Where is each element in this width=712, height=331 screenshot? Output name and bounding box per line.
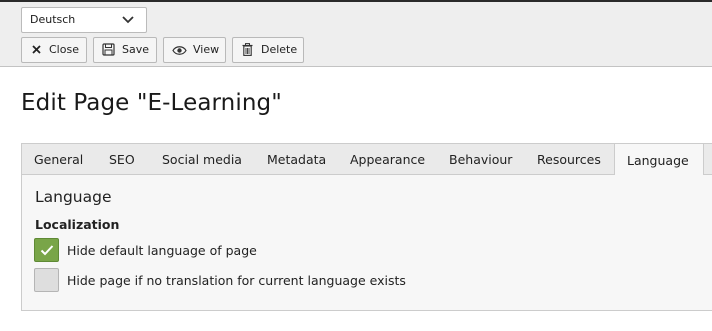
tab-general[interactable]: General xyxy=(34,144,83,175)
delete-button-label: Delete xyxy=(261,43,298,56)
tab-resources[interactable]: Resources xyxy=(537,144,601,175)
save-button[interactable]: Save xyxy=(93,37,157,63)
tab-panel-language: Language Localization Hide default langu… xyxy=(21,175,712,311)
hide-default-language-checkbox[interactable] xyxy=(34,238,59,262)
hide-page-no-translation-checkbox[interactable] xyxy=(34,268,59,292)
document-header-toolbar: Deutsch Close Save View Delete xyxy=(0,0,712,67)
save-button-label: Save xyxy=(122,43,150,56)
field-group-label: Localization xyxy=(35,217,120,232)
chevron-down-icon xyxy=(122,16,134,24)
trash-icon xyxy=(242,43,253,56)
tab-metadata[interactable]: Metadata xyxy=(267,144,326,175)
close-button-label: Close xyxy=(49,43,79,56)
tab-bar: General SEO Social media Metadata Appear… xyxy=(21,143,712,176)
eye-icon xyxy=(172,46,187,55)
close-icon xyxy=(32,45,41,54)
tab-seo[interactable]: SEO xyxy=(109,144,135,175)
section-title: Language xyxy=(35,188,112,206)
hide-page-no-translation-label[interactable]: Hide page if no translation for current … xyxy=(67,273,406,288)
language-select-value: Deutsch xyxy=(30,13,76,26)
page-title: Edit Page "E-Learning" xyxy=(21,90,282,116)
hide-default-language-label[interactable]: Hide default language of page xyxy=(67,243,257,258)
check-icon xyxy=(40,245,54,256)
view-button-label: View xyxy=(193,43,220,56)
tab-language[interactable]: Language xyxy=(614,143,704,176)
view-button[interactable]: View xyxy=(163,37,226,63)
delete-button[interactable]: Delete xyxy=(232,37,304,63)
save-icon xyxy=(102,43,115,56)
tab-appearance[interactable]: Appearance xyxy=(350,144,425,175)
close-button[interactable]: Close xyxy=(21,37,87,63)
tab-social-media[interactable]: Social media xyxy=(162,144,242,175)
tab-behaviour[interactable]: Behaviour xyxy=(449,144,512,175)
language-select[interactable]: Deutsch xyxy=(21,7,147,33)
